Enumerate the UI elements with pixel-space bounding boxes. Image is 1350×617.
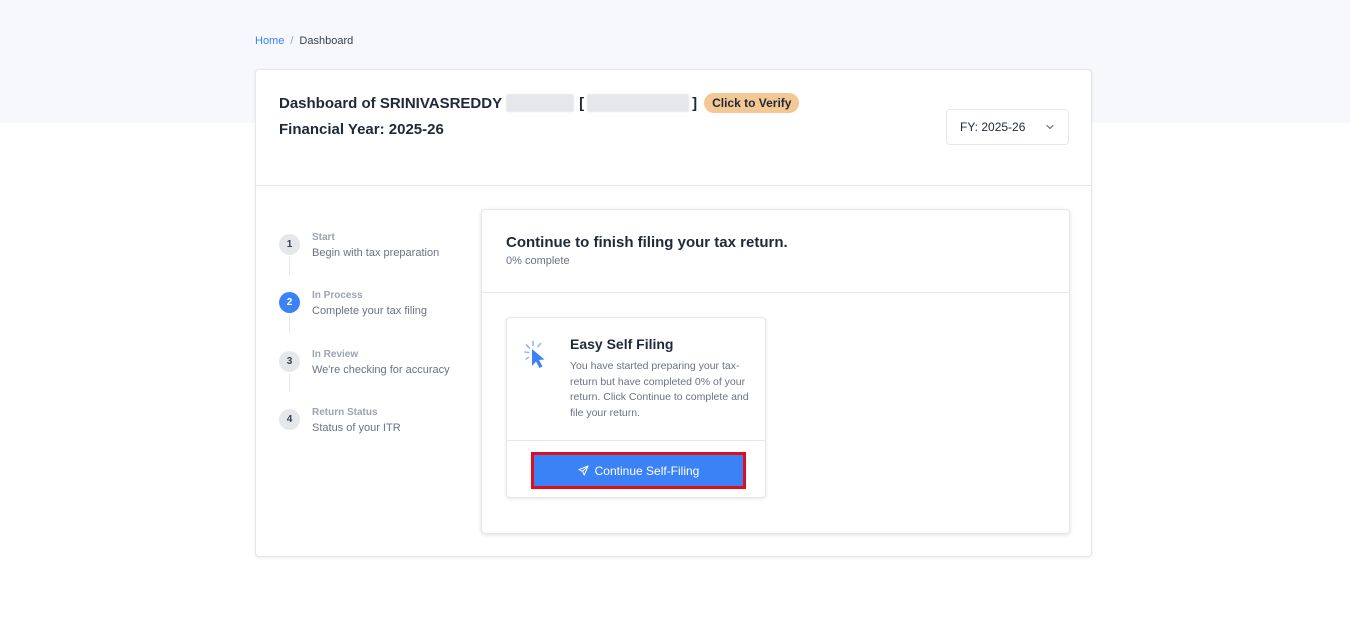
continue-self-filing-button[interactable]: Continue Self-Filing	[531, 452, 746, 489]
verify-badge[interactable]: Click to Verify	[704, 93, 800, 113]
easy-self-filing-card: Easy Self Filing You have started prepar…	[506, 317, 766, 498]
send-icon	[578, 465, 589, 476]
filing-progress-title: Continue to finish filing your tax retur…	[506, 234, 788, 251]
bracket-open: [	[579, 94, 585, 112]
step-connector	[289, 257, 290, 275]
redacted-name	[506, 94, 575, 112]
filing-progress-header: Continue to finish filing your tax retur…	[482, 210, 1069, 293]
breadcrumb-home-link[interactable]: Home	[255, 35, 284, 47]
dashboard-card: Dashboard of SRINIVASREDDY [ ] Click to …	[255, 69, 1092, 557]
breadcrumb: Home / Dashboard	[255, 35, 353, 47]
step-desc: Complete your tax filing	[312, 305, 427, 317]
fy-select[interactable]: FY: 2025-26	[946, 109, 1069, 145]
continue-button-label: Continue Self-Filing	[594, 463, 700, 478]
dashboard-header: Dashboard of SRINIVASREDDY [ ] Click to …	[256, 70, 1091, 186]
step-desc: We're checking for accuracy	[312, 364, 450, 376]
progress-text: 0% complete	[506, 255, 570, 267]
step-number: 2	[279, 292, 300, 313]
divider	[507, 440, 765, 441]
step-number: 3	[279, 351, 300, 372]
filing-progress-card: Continue to finish filing your tax retur…	[481, 209, 1070, 534]
chevron-down-icon	[1046, 124, 1054, 130]
step-label: In Review	[312, 349, 359, 360]
bracket-close: ]	[692, 94, 698, 112]
option-description: You have started preparing your tax-retu…	[570, 360, 749, 419]
page-title: Dashboard of SRINIVASREDDY [ ] Click to …	[279, 93, 800, 113]
step-connector	[289, 315, 290, 333]
step-number: 1	[279, 234, 300, 255]
redacted-pan	[587, 94, 690, 112]
step-number: 4	[279, 409, 300, 430]
step-connector	[289, 374, 290, 392]
financial-year-label: Financial Year: 2025-26	[279, 121, 444, 138]
step-label: In Process	[312, 290, 363, 301]
fy-select-value: FY: 2025-26	[960, 120, 1026, 134]
step-label: Return Status	[312, 407, 378, 418]
breadcrumb-separator: /	[290, 35, 294, 47]
step-desc: Status of your ITR	[312, 422, 401, 434]
step-label: Start	[312, 232, 335, 243]
title-text: Dashboard of SRINIVASREDDY	[279, 94, 503, 112]
step-desc: Begin with tax preparation	[312, 247, 440, 259]
cursor-click-icon	[524, 340, 545, 368]
breadcrumb-current: Dashboard	[299, 35, 354, 47]
option-title: Easy Self Filing	[570, 336, 674, 352]
